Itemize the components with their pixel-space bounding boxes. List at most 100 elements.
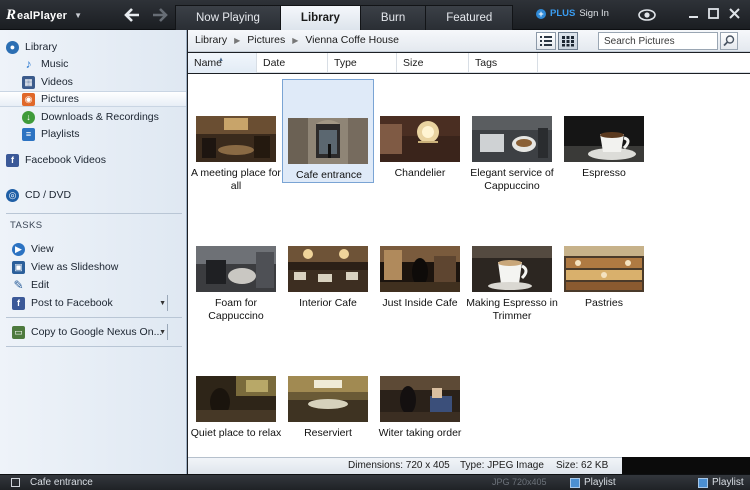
- playlist-button-2[interactable]: Playlist: [698, 477, 744, 488]
- chevron-right-icon: ▶: [292, 35, 299, 45]
- sidebar-item-cd-dvd[interactable]: ◎ CD / DVD: [0, 187, 186, 203]
- picture-caption: Elegant service of Cappuccino: [470, 167, 554, 192]
- chevron-right-icon: ▶: [234, 35, 241, 45]
- picture-tile[interactable]: A meeting place for all: [190, 81, 282, 192]
- tab-burn[interactable]: Burn: [359, 5, 427, 30]
- eye-button[interactable]: [636, 6, 658, 24]
- picture-caption: Just Inside Cafe: [382, 297, 458, 309]
- sidebar-divider: [6, 346, 182, 347]
- picture-caption: Foam for Cappuccino: [208, 297, 264, 322]
- picture-tile[interactable]: Chandelier: [374, 81, 466, 185]
- picture-thumbnail: [288, 118, 368, 164]
- signin-label: Sign In: [579, 8, 609, 19]
- column-date[interactable]: Date: [257, 53, 328, 73]
- picture-tile[interactable]: Pastries: [558, 211, 650, 315]
- breadcrumb-folder[interactable]: Vienna Coffe House: [305, 34, 399, 46]
- task-edit[interactable]: ✎ Edit: [0, 277, 186, 293]
- task-post-facebook[interactable]: f Post to Facebook ▼: [0, 295, 186, 311]
- task-view[interactable]: ▶ View: [0, 241, 186, 257]
- picture-caption: Pastries: [585, 297, 623, 309]
- task-view-slideshow[interactable]: ▣ View as Slideshow: [0, 259, 186, 275]
- column-label: Date: [263, 57, 286, 69]
- sidebar-item-music[interactable]: ♪ Music: [0, 56, 186, 72]
- forward-button[interactable]: [150, 5, 170, 25]
- task-copy-device[interactable]: ▭ Copy to Google Nexus On... ▼: [0, 324, 186, 340]
- plus-signin-button[interactable]: + PLUS Sign In: [536, 8, 609, 19]
- sidebar-item-downloads[interactable]: ↓ Downloads & Recordings: [0, 109, 186, 125]
- eye-icon: [638, 9, 656, 21]
- breadcrumb-pictures[interactable]: Pictures: [247, 34, 285, 46]
- sidebar-divider: [6, 317, 182, 318]
- sidebar-item-videos[interactable]: ▦ Videos: [0, 74, 186, 90]
- picture-thumbnail: [288, 376, 368, 422]
- minimize-button[interactable]: [686, 6, 702, 22]
- picture-tile[interactable]: Making Espresso in Trimmer: [466, 211, 558, 322]
- realplayer-logo[interactable]: R ealPlayer ▼: [6, 7, 82, 24]
- pencil-icon: ✎: [13, 278, 24, 292]
- plus-icon: +: [536, 8, 546, 19]
- now-playing-title: Cafe entrance: [30, 477, 93, 488]
- column-label: Size: [403, 57, 424, 69]
- picture-thumbnail: [564, 246, 644, 292]
- dimensions-info: Dimensions: 720 x 405: [348, 460, 450, 471]
- size-info: Size: 62 KB: [556, 460, 609, 471]
- sidebar-item-label: Pictures: [41, 93, 79, 105]
- music-note-icon: ♪: [25, 57, 32, 71]
- column-size[interactable]: Size: [397, 53, 469, 73]
- picture-tile[interactable]: Foam for Cappuccino: [190, 211, 282, 322]
- search-button[interactable]: [720, 32, 738, 50]
- tab-featured[interactable]: Featured: [425, 5, 514, 30]
- maximize-button[interactable]: [706, 6, 722, 22]
- picture-tile[interactable]: Quiet place to relax: [190, 341, 282, 445]
- stop-icon[interactable]: [11, 478, 20, 487]
- picture-tile[interactable]: Interior Cafe: [282, 211, 374, 315]
- column-header: ▲ Name Date Type Size Tags: [188, 53, 750, 73]
- disc-icon: ◎: [6, 188, 19, 202]
- close-button[interactable]: [727, 6, 743, 22]
- column-label: Tags: [475, 57, 498, 69]
- info-bar-black-area: [622, 457, 750, 474]
- task-label: Post to Facebook: [31, 297, 113, 309]
- tab-library[interactable]: Library: [279, 5, 361, 30]
- library-icon: ●: [6, 40, 19, 54]
- grid-view-button[interactable]: [558, 32, 578, 50]
- chevron-down-icon[interactable]: ▼: [159, 300, 166, 307]
- picture-tile[interactable]: Elegant service of Cappuccino: [466, 81, 558, 192]
- dropdown-divider: [167, 295, 168, 311]
- playlist-button[interactable]: Playlist: [570, 477, 616, 488]
- picture-tile[interactable]: Reserviert: [282, 341, 374, 445]
- sidebar-item-facebook-videos[interactable]: f Facebook Videos: [0, 152, 186, 168]
- sidebar-item-library[interactable]: ● Library: [0, 39, 186, 55]
- picture-thumbnail: [196, 116, 276, 162]
- search-icon: [723, 35, 735, 47]
- film-icon: ▦: [22, 75, 35, 89]
- column-type[interactable]: Type: [328, 53, 397, 73]
- breadcrumb-library[interactable]: Library: [195, 34, 227, 46]
- close-icon: [729, 8, 740, 19]
- list-view-icon: [540, 36, 552, 46]
- sidebar-item-playlists[interactable]: ≡ Playlists: [0, 126, 186, 142]
- grid-view-icon: [562, 36, 574, 47]
- back-button[interactable]: [122, 5, 142, 25]
- search-input[interactable]: [598, 32, 718, 50]
- picture-tile[interactable]: Witer taking order: [374, 341, 466, 445]
- sidebar-item-pictures[interactable]: ◉ Pictures: [0, 91, 186, 107]
- picture-caption: Reserviert: [304, 427, 352, 439]
- chevron-down-icon[interactable]: ▼: [159, 329, 166, 336]
- play-icon: ▶: [12, 242, 25, 256]
- tab-now-playing[interactable]: Now Playing: [175, 5, 281, 30]
- playlist-label: Playlist: [584, 477, 616, 488]
- picture-tile[interactable]: Cafe entrance: [282, 79, 374, 183]
- picture-thumbnail: [288, 246, 368, 292]
- column-tags[interactable]: Tags: [469, 53, 538, 73]
- picture-caption: Witer taking order: [378, 427, 462, 439]
- column-name[interactable]: ▲ Name: [188, 53, 257, 73]
- bottom-bar: Cafe entrance JPG 720x405 Playlist Playl…: [0, 474, 750, 490]
- playlist-icon: [698, 477, 708, 488]
- picture-tile[interactable]: Espresso: [558, 81, 650, 185]
- picture-tile[interactable]: Just Inside Cafe: [374, 211, 466, 315]
- picture-thumbnail: [196, 246, 276, 292]
- task-label: View: [31, 243, 54, 255]
- list-view-button[interactable]: [536, 32, 556, 50]
- sidebar-item-label: Facebook Videos: [25, 154, 106, 166]
